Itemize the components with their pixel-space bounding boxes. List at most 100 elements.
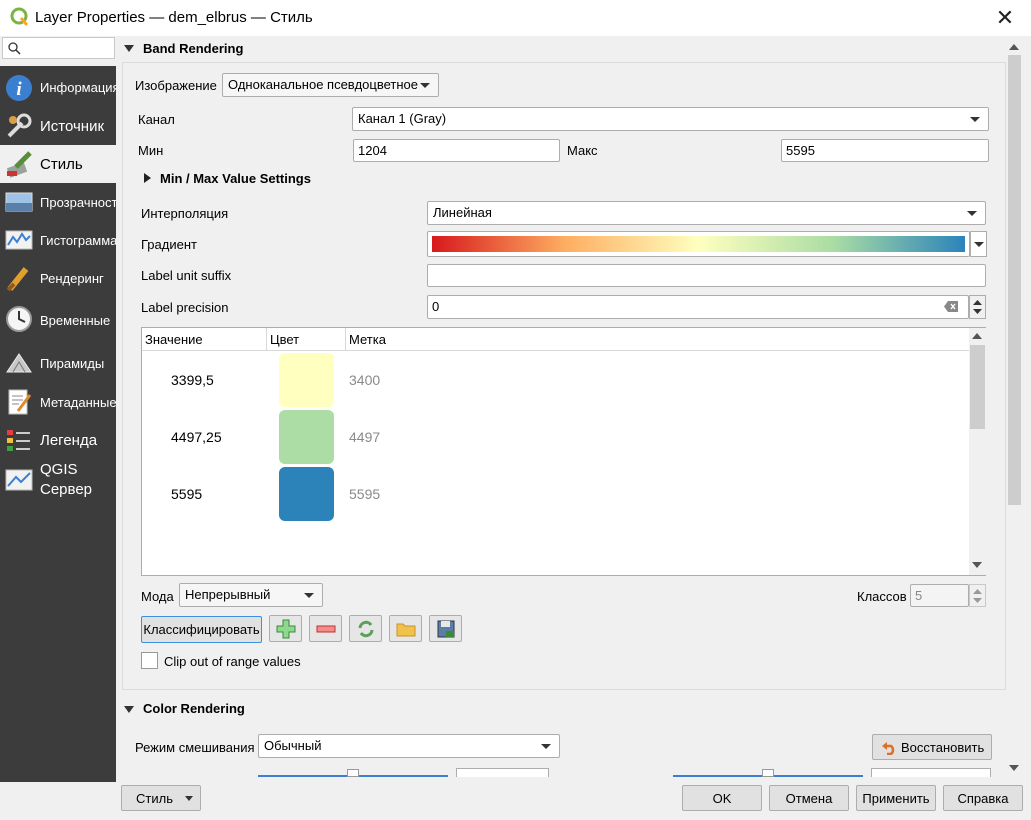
contrast-spinbox[interactable] <box>871 768 991 777</box>
min-value-input[interactable]: 1204 <box>353 139 560 162</box>
interpolation-combo[interactable]: Линейная <box>427 201 986 225</box>
min-label: Мин <box>138 143 164 158</box>
clip-label: Clip out of range values <box>164 654 301 669</box>
classes-stepper[interactable] <box>969 584 986 607</box>
color-ramp-button[interactable] <box>427 231 970 257</box>
clear-icon[interactable] <box>944 301 958 312</box>
precision-stepper[interactable] <box>969 295 986 319</box>
blend-mode-combo[interactable]: Обычный <box>258 734 560 758</box>
channel-value: Канал 1 (Gray) <box>358 111 447 126</box>
interpolation-value: Линейная <box>433 205 492 220</box>
load-color-map-button[interactable] <box>389 615 422 642</box>
scroll-down-icon[interactable] <box>972 562 982 568</box>
qgis-server-icon <box>5 469 33 491</box>
minmax-settings-header[interactable]: Min / Max Value Settings <box>160 171 311 186</box>
interpolation-label: Интерполяция <box>141 206 229 221</box>
collapse-arrow-icon[interactable] <box>124 45 134 52</box>
channel-label: Канал <box>138 112 175 127</box>
scroll-down-icon[interactable] <box>1009 765 1019 771</box>
chevron-down-icon <box>304 593 314 598</box>
add-entry-button[interactable] <box>269 615 302 642</box>
reset-button[interactable]: Восстановить <box>872 734 992 760</box>
chevron-down-icon <box>420 83 430 88</box>
ok-button[interactable]: OK <box>682 785 762 811</box>
folder-icon <box>396 623 416 637</box>
sidebar-search-input[interactable] <box>2 37 115 59</box>
sidebar-item-rendering[interactable]: Рендеринг <box>0 259 116 297</box>
reload-button[interactable] <box>349 615 382 642</box>
table-row[interactable]: 5595 5595 <box>142 466 969 523</box>
column-header-color[interactable]: Цвет <box>270 332 299 347</box>
scroll-up-icon[interactable] <box>1009 44 1019 50</box>
sidebar-item-pyramids[interactable]: Пирамиды <box>0 343 116 383</box>
sidebar-item-label: Информация <box>40 80 116 95</box>
classify-button[interactable]: Классифицировать <box>141 616 262 643</box>
color-swatch[interactable] <box>279 353 334 407</box>
scroll-up-icon[interactable] <box>972 333 982 339</box>
collapse-arrow-icon[interactable] <box>124 706 134 713</box>
color-ramp-menu-button[interactable] <box>970 231 987 257</box>
label-precision-value: 0 <box>432 299 440 314</box>
color-rendering-header[interactable]: Color Rendering <box>143 701 245 716</box>
classes-spinbox[interactable]: 5 <box>910 584 969 607</box>
paintbrush-icon <box>6 151 32 178</box>
sidebar-item-metadata[interactable]: Метаданные <box>0 383 116 421</box>
info-icon: i <box>6 75 32 101</box>
close-icon[interactable]: ✕ <box>990 4 1020 32</box>
clip-checkbox[interactable] <box>141 652 158 669</box>
sidebar-item-qgis-server[interactable]: QGIS Сервер <box>0 459 116 507</box>
blend-mode-label: Режим смешивания <box>135 740 255 755</box>
color-map-table[interactable]: Значение Цвет Метка 3399,5 3400 4497,25 … <box>141 327 986 576</box>
render-type-combo[interactable]: Одноканальное псевдоцветное <box>222 73 439 97</box>
color-ramp-preview <box>432 236 965 252</box>
column-header-label[interactable]: Метка <box>349 332 386 347</box>
stepper-arrows-icon <box>973 589 982 603</box>
scrollbar-thumb[interactable] <box>970 345 985 429</box>
color-swatch[interactable] <box>279 410 334 464</box>
mode-combo[interactable]: Непрерывный <box>179 583 323 607</box>
row-label: 3400 <box>349 372 381 388</box>
slider-handle[interactable] <box>762 769 774 777</box>
scrollbar-thumb[interactable] <box>1008 55 1021 505</box>
sidebar-item-legend[interactable]: Легенда <box>0 421 116 459</box>
column-header-value[interactable]: Значение <box>145 332 203 347</box>
help-button[interactable]: Справка <box>943 785 1023 811</box>
export-color-map-button[interactable] <box>429 615 462 642</box>
slider-handle[interactable] <box>347 769 359 777</box>
sidebar-item-label: Временные <box>40 313 111 328</box>
title-bar: Layer Properties — dem_elbrus — Стиль ✕ <box>0 0 1031 36</box>
histogram-icon <box>5 230 33 250</box>
sidebar-item-label: Источник <box>40 118 105 135</box>
style-menu-button[interactable]: Стиль <box>121 785 201 811</box>
sidebar-item-transparency[interactable]: Прозрачность <box>0 183 116 221</box>
table-row[interactable]: 4497,25 4497 <box>142 409 969 466</box>
brightness-spinbox[interactable] <box>456 768 549 777</box>
sidebar-item-temporal[interactable]: Временные <box>0 297 116 343</box>
band-rendering-header[interactable]: Band Rendering <box>143 41 243 56</box>
sidebar-item-style[interactable]: Стиль <box>0 145 116 183</box>
table-scrollbar[interactable] <box>969 328 986 575</box>
sidebar-item-source[interactable]: Источник <box>0 107 116 145</box>
transparency-icon <box>5 192 33 212</box>
main-scrollbar[interactable] <box>1006 36 1023 777</box>
chevron-down-icon <box>974 242 984 247</box>
search-icon <box>8 42 21 55</box>
render-type-value: Одноканальное псевдоцветное <box>228 77 418 92</box>
sidebar-item-histogram[interactable]: Гистограмма <box>0 221 116 259</box>
legend-icon <box>7 430 30 451</box>
table-row[interactable]: 3399,5 3400 <box>142 352 969 409</box>
remove-entry-button[interactable] <box>309 615 342 642</box>
sidebar-item-information[interactable]: i Информация <box>0 69 116 107</box>
apply-button[interactable]: Применить <box>856 785 936 811</box>
row-label: 5595 <box>349 486 381 502</box>
cancel-button[interactable]: Отмена <box>769 785 849 811</box>
max-value-input[interactable]: 5595 <box>781 139 989 162</box>
label-precision-spinbox[interactable]: 0 <box>427 295 969 319</box>
color-swatch[interactable] <box>279 467 334 521</box>
channel-combo[interactable]: Канал 1 (Gray) <box>352 107 989 131</box>
classes-label: Классов <box>857 589 907 604</box>
expand-arrow-icon[interactable] <box>144 173 151 183</box>
label-suffix-input[interactable] <box>427 264 986 287</box>
gradient-label: Градиент <box>141 237 197 252</box>
blend-mode-value: Обычный <box>264 738 322 753</box>
